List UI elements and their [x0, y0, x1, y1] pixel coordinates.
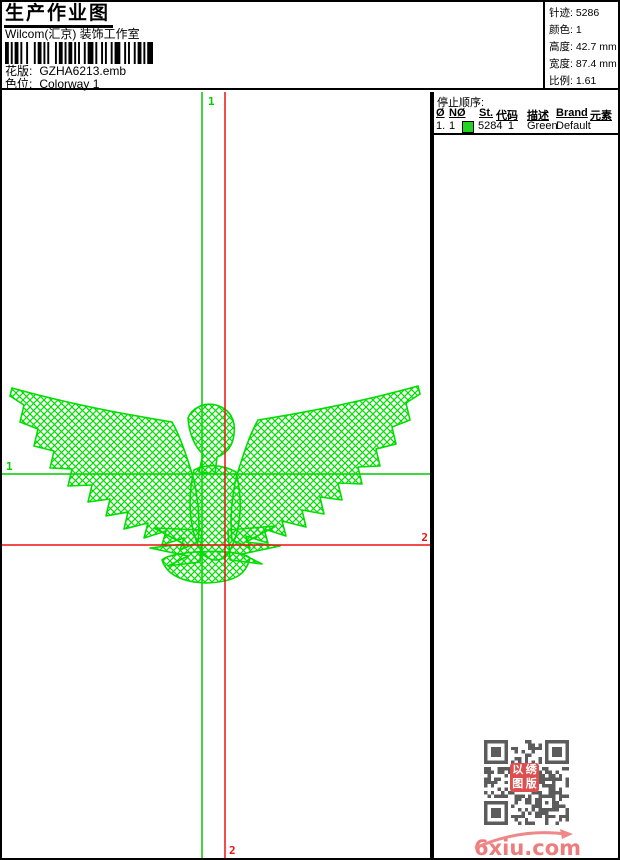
stop-sequence-panel: 停止顺序: Ø NØ St. 代码 描述 Brand 元素 1. 1 5284 …	[432, 92, 618, 858]
design-canvas: 1 1 2 2	[2, 92, 432, 858]
col-header-order: Ø	[436, 107, 445, 119]
watermark: 6xiu.com	[472, 824, 582, 860]
cell-order: 1.	[436, 120, 446, 132]
cell-brand: Default	[556, 120, 591, 132]
company-subtitle: Wilcom(汇京) 装饰工作室	[5, 27, 140, 41]
design-stats-panel: 针迹: 5286 颜色: 1 高度: 42.7 mm 宽度: 87.4 mm 比…	[543, 2, 618, 90]
page-title: 生产作业图	[4, 3, 114, 28]
eagle-head	[187, 403, 236, 475]
stat-colors: 颜色: 1	[549, 24, 582, 36]
stat-scale: 比例: 1.61	[549, 75, 597, 87]
colorway-line: 色位: Colorway 1	[5, 78, 99, 91]
start-marker-top: 1	[208, 95, 215, 108]
stat-width: 宽度: 87.4 mm	[549, 58, 617, 70]
pattern-filename: GZHA6213.emb	[39, 64, 127, 78]
end-marker-right: 2	[421, 531, 428, 544]
color-swatch	[462, 121, 474, 133]
header-left: 生产作业图 Wilcom(汇京) 装饰工作室 花版: GZHA6213.emb 色…	[2, 2, 541, 91]
watermark-text: 6xiu.com	[474, 836, 582, 860]
production-worksheet: 生产作业图 Wilcom(汇京) 装饰工作室 花版: GZHA6213.emb 色…	[0, 0, 620, 860]
stat-height: 高度: 42.7 mm	[549, 41, 617, 53]
end-marker-bottom: 2	[229, 844, 236, 857]
eagle-tail	[161, 550, 251, 584]
col-header-elements: 元素	[590, 110, 612, 122]
pattern-label: 花版:	[5, 64, 33, 78]
start-marker-left: 1	[6, 460, 13, 473]
eagle-design	[9, 385, 421, 584]
colorway-value: Colorway 1	[39, 77, 100, 91]
cell-needle: 1	[449, 120, 456, 132]
col-header-brand: Brand	[556, 107, 588, 119]
col-header-stitches: St.	[479, 107, 494, 119]
design-svg: 1 1 2 2	[2, 92, 430, 858]
col-header-needle: NØ	[449, 107, 466, 119]
colorway-label: 色位:	[5, 77, 33, 91]
table-divider	[434, 133, 618, 135]
cell-description: Green	[527, 120, 558, 132]
stat-stitches: 针迹: 5286	[549, 7, 600, 19]
eagle-left-wing	[9, 387, 200, 551]
qr-code: 以 绣 图 版	[484, 740, 569, 825]
barcode	[5, 42, 153, 64]
seal-stamp: 以 绣 图 版	[510, 763, 539, 792]
eagle-right-wing	[230, 385, 421, 549]
cell-code: 1	[507, 120, 514, 132]
header: 生产作业图 Wilcom(汇京) 装饰工作室 花版: GZHA6213.emb 色…	[2, 2, 618, 91]
